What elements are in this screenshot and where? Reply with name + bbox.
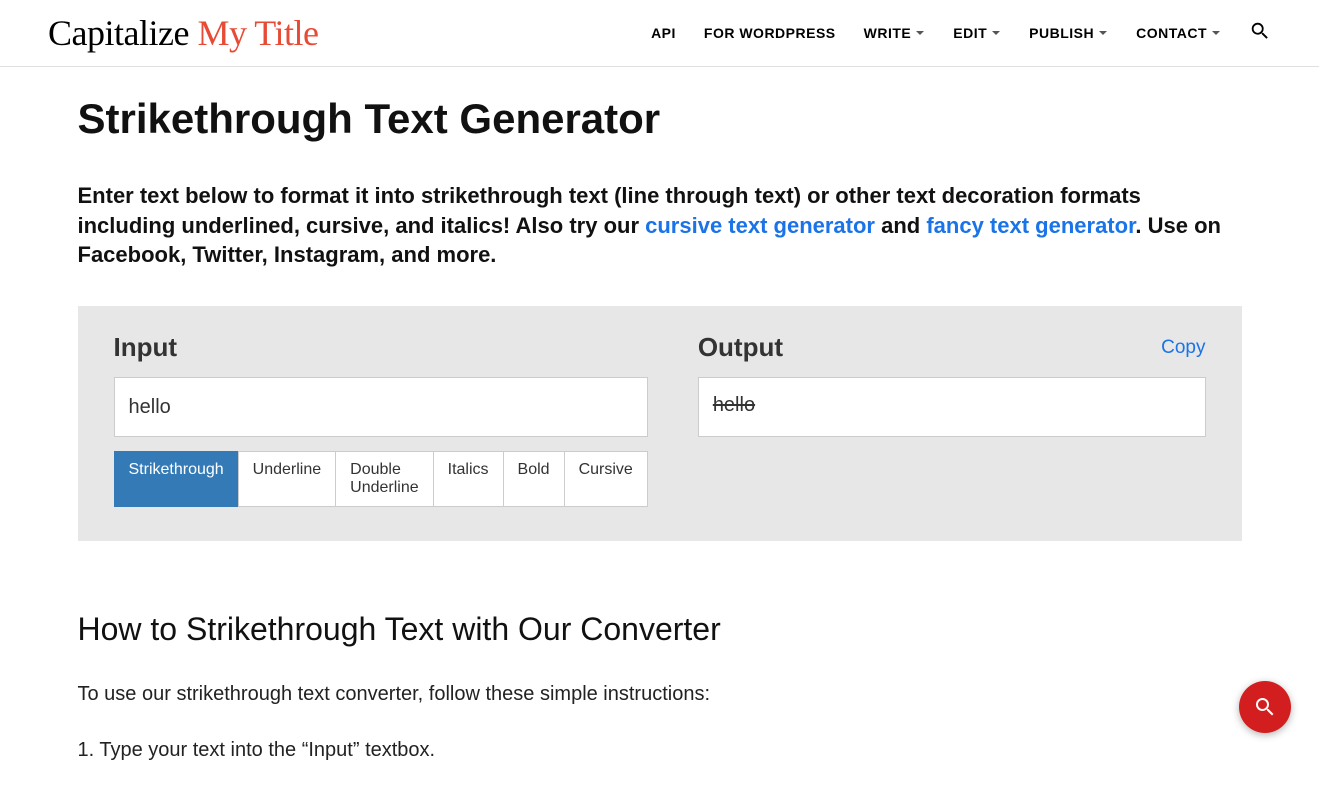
output-column: Output Copy hello (698, 332, 1206, 507)
intro-text-2: and (875, 213, 926, 238)
search-icon (1249, 20, 1271, 42)
nav-edit[interactable]: EDIT (953, 25, 1001, 41)
main-nav: API FOR WORDPRESS WRITE EDIT PUBLISH CON… (651, 20, 1271, 47)
input-label: Input (114, 332, 178, 363)
chevron-down-icon (1211, 28, 1221, 38)
tab-italics[interactable]: Italics (433, 451, 504, 507)
howto-title: How to Strikethrough Text with Our Conve… (78, 611, 1242, 648)
search-icon (1253, 695, 1277, 719)
intro-paragraph: Enter text below to format it into strik… (78, 181, 1242, 270)
chevron-down-icon (991, 28, 1001, 38)
output-label: Output (698, 332, 783, 363)
logo-part-2: My Title (197, 13, 318, 53)
tab-underline[interactable]: Underline (238, 451, 336, 507)
nav-wordpress[interactable]: FOR WORDPRESS (704, 25, 836, 41)
site-logo[interactable]: Capitalize My Title (48, 12, 319, 54)
howto-step-1: 1. Type your text into the “Input” textb… (78, 734, 1242, 766)
tab-cursive[interactable]: Cursive (564, 451, 648, 507)
tab-bold[interactable]: Bold (503, 451, 565, 507)
format-tabs: Strikethrough Underline Double Underline… (114, 451, 648, 507)
nav-edit-label: EDIT (953, 25, 987, 41)
chevron-down-icon (915, 28, 925, 38)
tool-box: Input Strikethrough Underline Double Und… (78, 306, 1242, 541)
output-field[interactable]: hello (698, 377, 1206, 437)
input-header: Input (114, 332, 648, 363)
tab-strikethrough[interactable]: Strikethrough (114, 451, 239, 507)
site-header: Capitalize My Title API FOR WORDPRESS WR… (0, 0, 1319, 67)
nav-publish[interactable]: PUBLISH (1029, 25, 1108, 41)
output-header: Output Copy (698, 332, 1206, 363)
chevron-down-icon (1098, 28, 1108, 38)
page-title: Strikethrough Text Generator (78, 95, 1242, 143)
nav-contact-label: CONTACT (1136, 25, 1207, 41)
link-fancy-generator[interactable]: fancy text generator (926, 213, 1135, 238)
main-content: Strikethrough Text Generator Enter text … (30, 67, 1290, 794)
search-button[interactable] (1249, 20, 1271, 47)
tab-double-underline[interactable]: Double Underline (335, 451, 433, 507)
logo-part-1: Capitalize (48, 13, 197, 53)
copy-button[interactable]: Copy (1161, 337, 1205, 359)
nav-api-label: API (651, 25, 676, 41)
nav-publish-label: PUBLISH (1029, 25, 1094, 41)
nav-wordpress-label: FOR WORDPRESS (704, 25, 836, 41)
nav-contact[interactable]: CONTACT (1136, 25, 1221, 41)
nav-api[interactable]: API (651, 25, 676, 41)
input-column: Input Strikethrough Underline Double Und… (114, 332, 648, 507)
nav-write-label: WRITE (864, 25, 912, 41)
nav-write[interactable]: WRITE (864, 25, 926, 41)
fab-search-button[interactable] (1239, 681, 1291, 733)
input-field[interactable] (114, 377, 648, 437)
howto-intro: To use our strikethrough text converter,… (78, 678, 778, 710)
link-cursive-generator[interactable]: cursive text generator (645, 213, 875, 238)
